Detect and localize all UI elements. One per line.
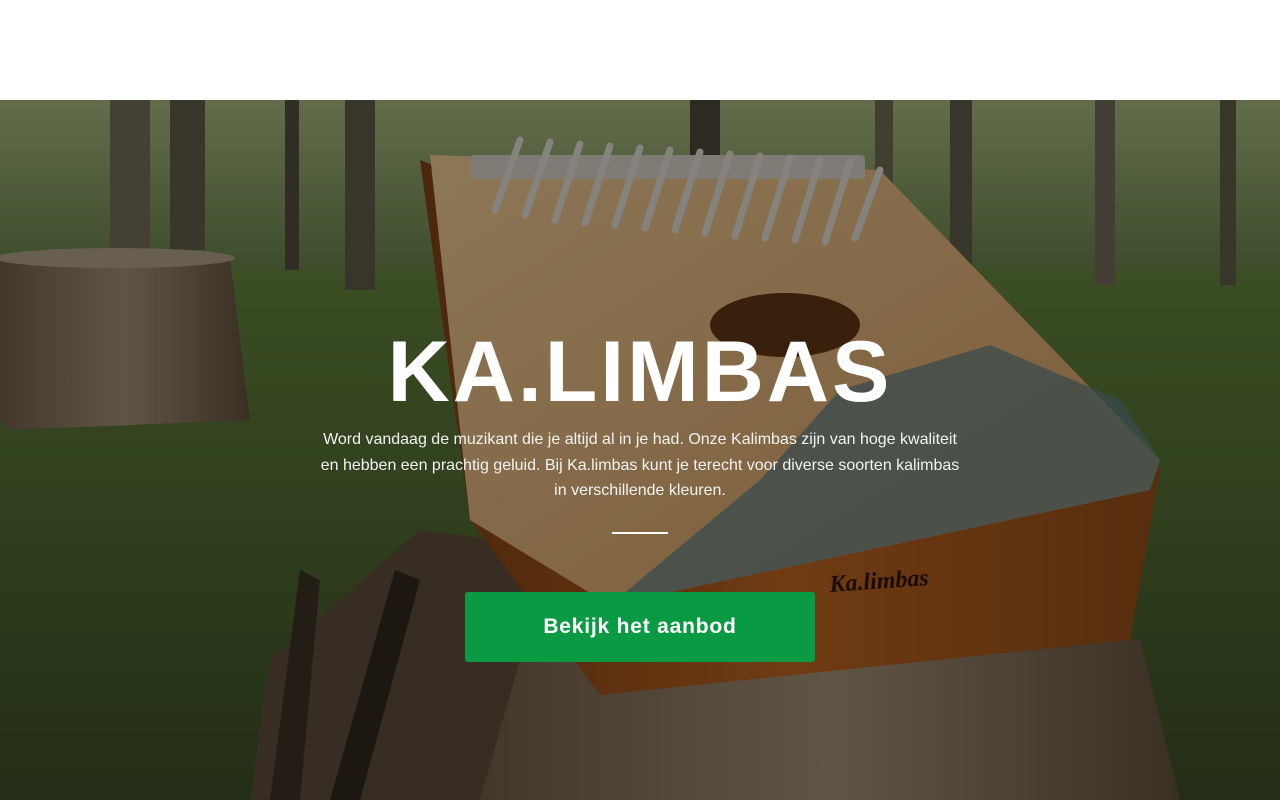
hero-divider: [612, 532, 668, 534]
hero-section: Ka.limbas KA.LIMBAS Word vandaag de muzi…: [0, 100, 1280, 800]
view-offer-button[interactable]: Bekijk het aanbod: [465, 592, 815, 662]
hero-title: KA.LIMBAS: [387, 324, 893, 420]
site-header: [0, 0, 1280, 100]
hero-description: Word vandaag de muzikant die je altijd a…: [320, 431, 960, 499]
hero-content: KA.LIMBAS Word vandaag de muzikant die j…: [0, 100, 1280, 800]
